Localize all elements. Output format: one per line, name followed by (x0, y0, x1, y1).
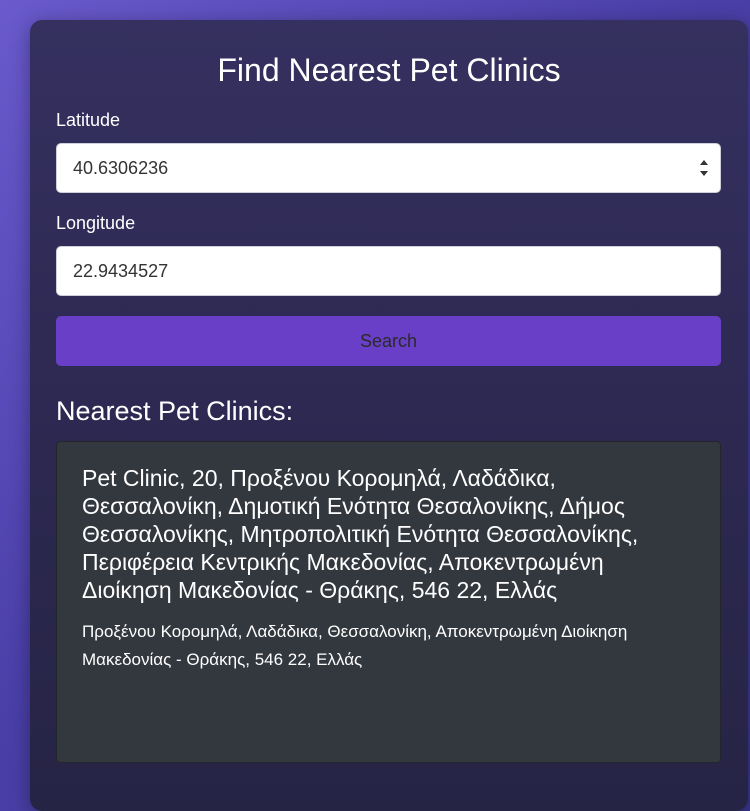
result-card: Pet Clinic, 20, Προξένου Κορομηλά, Λαδάδ… (56, 441, 721, 763)
longitude-label: Longitude (56, 213, 136, 233)
latitude-input[interactable] (56, 143, 721, 193)
clinic-address: Προξένου Κορομηλά, Λαδάδικα, Θεσσαλονίκη… (82, 622, 628, 669)
results-heading: Nearest Pet Clinics: (56, 396, 294, 426)
spinner-up-icon[interactable] (700, 160, 708, 165)
spinner-down-icon[interactable] (700, 171, 708, 176)
search-button[interactable]: Search (56, 316, 721, 366)
latitude-field-wrap (56, 143, 721, 193)
longitude-field-wrap (56, 246, 721, 296)
longitude-input[interactable] (56, 246, 721, 296)
number-spinner-icon[interactable] (699, 160, 709, 176)
page-title: Find Nearest Pet Clinics (217, 52, 561, 88)
clinic-name: Pet Clinic, 20, Προξένου Κορομηλά, Λαδάδ… (82, 465, 639, 603)
search-card: Find Nearest Pet Clinics Latitude Longit… (30, 20, 748, 811)
latitude-label: Latitude (56, 110, 121, 130)
